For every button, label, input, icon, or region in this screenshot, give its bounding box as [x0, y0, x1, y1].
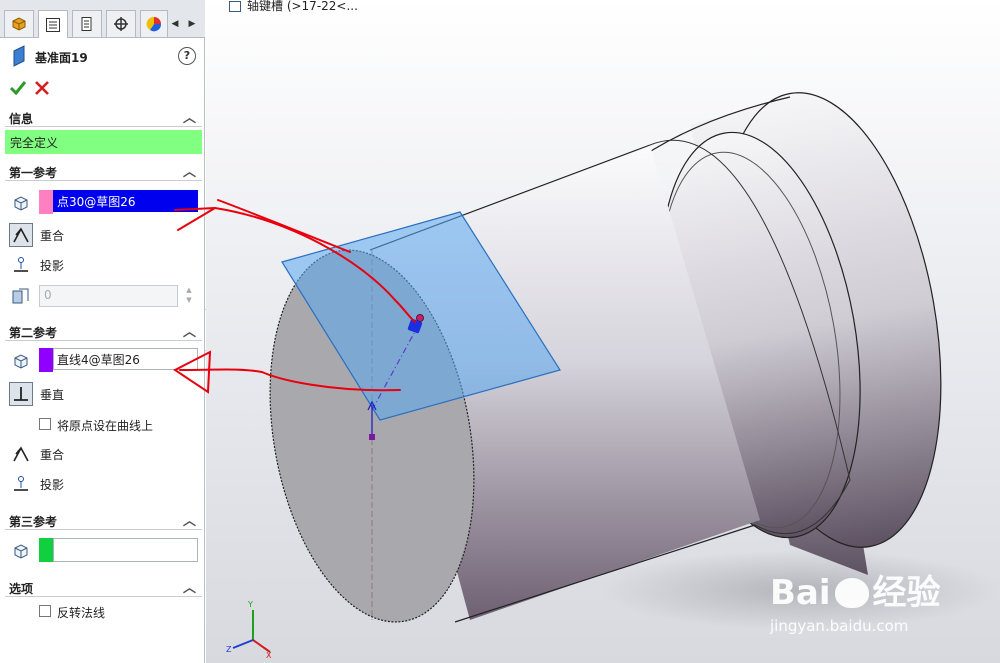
- coordinate-triad: Y X Z: [226, 600, 272, 660]
- svg-text:Y: Y: [247, 600, 253, 609]
- sketch-point[interactable]: [416, 314, 424, 322]
- model-scene[interactable]: Y X Z: [0, 0, 1000, 663]
- watermark-brand: Bai: [770, 573, 831, 613]
- watermark-brand-2: 经验: [872, 573, 941, 613]
- watermark-url: jingyan.baidu.com: [770, 617, 909, 635]
- feature-tree-flyout-item[interactable]: 轴键槽 (>17-22<...: [229, 0, 358, 14]
- baidu-watermark: Bai 经验 jingyan.baidu.com: [770, 575, 941, 635]
- feature-tree-label: 轴键槽 (>17-22<...: [247, 0, 358, 13]
- svg-text:Z: Z: [226, 645, 232, 654]
- svg-text:X: X: [266, 651, 272, 660]
- part-icon: [229, 1, 241, 12]
- paw-icon: [834, 578, 869, 608]
